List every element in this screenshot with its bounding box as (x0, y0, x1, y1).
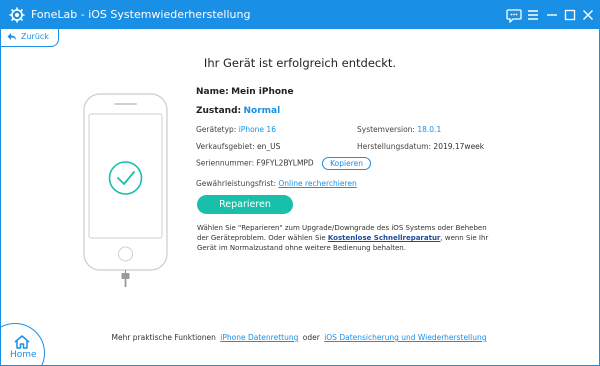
menu-icon[interactable] (525, 7, 541, 23)
iphone-data-recovery-link[interactable]: iPhone Datenrettung (220, 333, 298, 342)
system-version-row: Systemversion: 18.0.1 (357, 125, 441, 134)
manufacture-date-row: Herstellungsdatum: 2019.17week (357, 142, 484, 151)
system-version-value: 18.0.1 (417, 125, 442, 134)
back-label: Zurück (21, 32, 49, 41)
status-label: Zustand: (196, 106, 242, 116)
sales-region-row: Verkaufsgebiet: en_US (196, 142, 280, 151)
home-label: Home (10, 350, 37, 360)
back-button[interactable]: Zurück (1, 29, 59, 47)
footer-prefix: Mehr praktische Funktionen (111, 333, 216, 342)
sales-region-value: en_US (257, 142, 281, 151)
home-icon (14, 335, 30, 349)
name-label: Name: (196, 87, 229, 97)
device-name-row: Name: Mein iPhone (196, 87, 294, 97)
feedback-icon[interactable] (506, 7, 522, 23)
home-button[interactable]: Home (1, 323, 45, 365)
close-icon[interactable] (580, 7, 596, 23)
back-arrow-icon (7, 33, 16, 40)
serial-value: F9FYL2BYLMPD (256, 158, 314, 168)
device-type-value: iPhone 16 (238, 125, 276, 134)
maximize-icon[interactable] (562, 7, 578, 23)
device-name: Mein iPhone (231, 87, 294, 97)
repair-button[interactable]: Reparieren (197, 195, 293, 214)
app-window: FoneLab - iOS Systemwiederherstellung Zu… (0, 0, 600, 366)
app-gear-icon (9, 7, 25, 23)
device-type-row: Gerätetyp: iPhone 16 (196, 125, 276, 134)
status-row: Zustand: Normal (196, 106, 280, 116)
serial-row: Seriennummer: F9FYL2BYLMPD Kopieren (196, 157, 371, 170)
copy-button[interactable]: Kopieren (322, 157, 371, 170)
warranty-lookup-link[interactable]: Online recherchieren (278, 179, 356, 188)
ios-backup-restore-link[interactable]: iOS Datensicherung und Wiederherstellung (324, 333, 486, 342)
minimize-icon[interactable] (544, 7, 560, 23)
window-title: FoneLab - iOS Systemwiederherstellung (31, 8, 251, 21)
sales-region-label: Verkaufsgebiet: (196, 142, 255, 151)
footer-separator: oder (302, 333, 320, 342)
warranty-label: Gewährleistungsfrist: (196, 179, 276, 188)
quick-repair-link[interactable]: Kostenlose Schnellreparatur (328, 234, 441, 242)
manufacture-date-value: 2019.17week (433, 142, 485, 151)
system-version-label: Systemversion: (357, 125, 415, 134)
manufacture-date-label: Herstellungsdatum: (357, 142, 432, 151)
status-value: Normal (243, 106, 281, 116)
page-heading: Ihr Gerät ist erfolgreich entdeckt. (203, 56, 397, 70)
title-bar: FoneLab - iOS Systemwiederherstellung (1, 1, 599, 29)
footer-more-features: Mehr praktische Funktionen iPhone Datenr… (1, 333, 599, 342)
device-type-label: Gerätetyp: (196, 125, 237, 134)
warranty-row: Gewährleistungsfrist: Online recherchier… (196, 179, 357, 188)
repair-description: Wählen Sie "Reparieren" zum Upgrade/Down… (197, 223, 497, 253)
serial-label: Seriennummer: (196, 158, 255, 168)
iphone-illustration (83, 93, 168, 287)
